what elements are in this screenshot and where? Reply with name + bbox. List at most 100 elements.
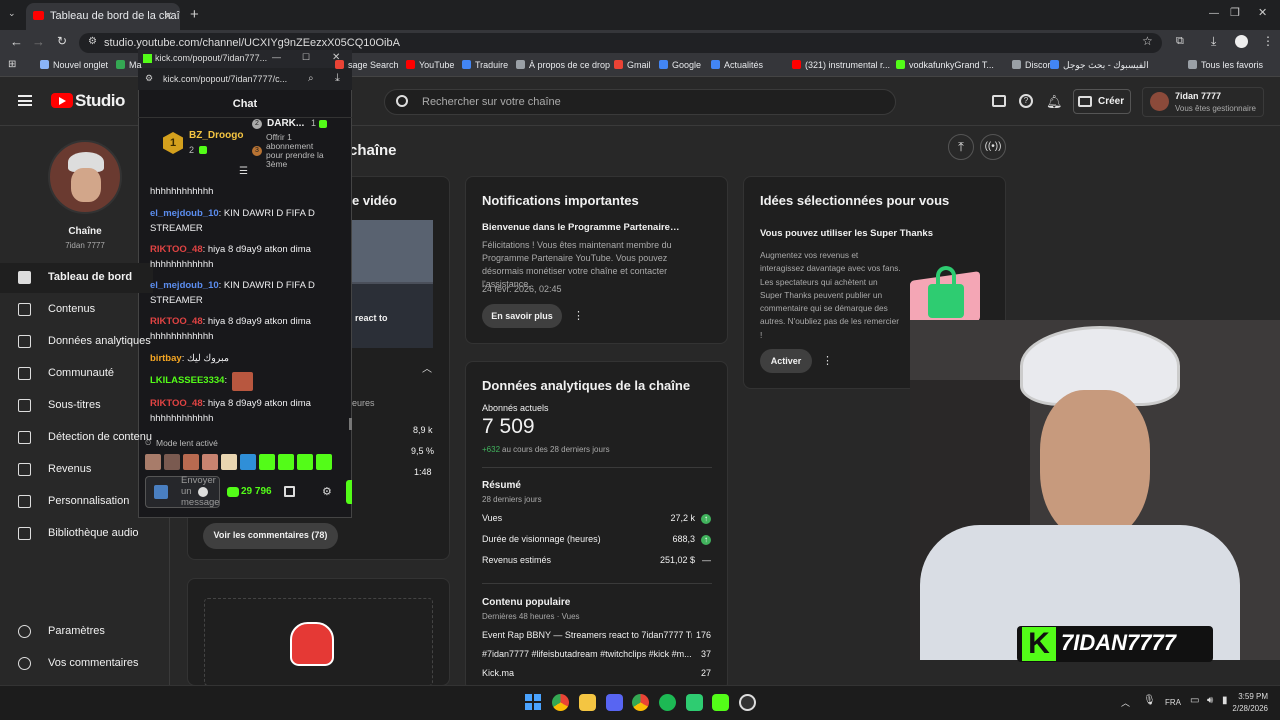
sidebar-item[interactable]: Détection de contenu	[17, 423, 170, 453]
emote-icon[interactable]	[164, 454, 180, 470]
chat-scrollbar[interactable]	[349, 418, 352, 430]
bookmark-item[interactable]: الفيسبوك - بحث جوجل	[1050, 60, 1149, 71]
chat-username[interactable]: birtbay	[150, 353, 182, 364]
clock-date[interactable]: 2/28/2026	[1226, 704, 1268, 713]
sidebar-item[interactable]: Communauté	[17, 359, 170, 389]
emote-icon[interactable]	[202, 454, 218, 470]
popup-maximize-icon[interactable]: ☐	[302, 52, 310, 63]
back-icon[interactable]: ←	[10, 34, 23, 49]
notifications-bell-icon[interactable]: 🔔︎	[1046, 94, 1063, 110]
sidebar-item[interactable]: Paramètres	[17, 617, 170, 647]
bookmark-item[interactable]: vodkafunkyGrand T...	[896, 60, 994, 70]
send-chat-button[interactable]	[346, 480, 352, 504]
bookmark-item[interactable]: Gmail	[614, 60, 651, 70]
emote-icon[interactable]	[145, 454, 161, 470]
emoji-picker-icon[interactable]	[198, 487, 208, 497]
activate-button[interactable]: Activer	[760, 349, 812, 373]
emote-icon[interactable]	[316, 454, 332, 470]
view-comments-button[interactable]: Voir les commentaires (78)	[203, 523, 338, 549]
popup-minimize-icon[interactable]: —	[272, 52, 281, 62]
chat-settings-icon[interactable]: ⚙	[322, 485, 332, 498]
extensions-icon[interactable]: ⧉	[1176, 35, 1184, 48]
bookmark-item[interactable]: (321) instrumental r...	[792, 60, 890, 70]
emote-icon[interactable]	[183, 454, 199, 470]
bookmark-item[interactable]: Tous les favoris	[1188, 60, 1263, 70]
chat-username[interactable]: el_mejdoub_10	[150, 280, 219, 291]
chat-username[interactable]: RIKTOO_48	[150, 316, 203, 327]
app-taskbar-icon[interactable]	[686, 694, 703, 711]
mic-icon[interactable]: 🎙︎	[1143, 695, 1156, 706]
popular-item-title[interactable]: Kick.ma	[482, 668, 692, 678]
video-thumbnail[interactable]	[352, 220, 433, 348]
browser-tab[interactable]: Tableau de bord de la chaîne - Yo✕	[26, 3, 180, 30]
upload-icon[interactable]: ⤒	[948, 134, 974, 160]
chat-username[interactable]: el_mejdoub_10	[150, 208, 219, 219]
close-window-icon[interactable]: ✕	[1258, 6, 1267, 19]
sidebar-item[interactable]: Données analytiques	[17, 327, 170, 357]
start-button-icon[interactable]	[525, 694, 541, 710]
bookmark-item[interactable]: sage Search	[335, 60, 399, 70]
close-tab-icon[interactable]: ✕	[163, 9, 173, 23]
hamburger-menu-icon[interactable]	[18, 95, 32, 106]
site-info-icon[interactable]: ⚙	[88, 36, 97, 47]
tab-search-button[interactable]: ⌄	[8, 8, 16, 19]
popup-site-info-icon[interactable]: ⚙	[145, 73, 153, 84]
discord-taskbar-icon[interactable]	[606, 694, 623, 711]
browser-menu-icon[interactable]: ⋮	[1262, 34, 1274, 48]
language-indicator[interactable]: FRA	[1165, 698, 1181, 707]
bookmark-item[interactable]: YouTube	[406, 60, 454, 70]
sidebar-item[interactable]: Vos commentaires	[17, 649, 170, 679]
bookmark-item[interactable]: Actualités	[711, 60, 763, 70]
learn-more-button[interactable]: En savoir plus	[482, 304, 562, 328]
forward-icon[interactable]: →	[32, 34, 45, 49]
bookmark-item[interactable]: Nouvel onglet	[40, 60, 108, 70]
chat-filter-icon[interactable]: ☰	[239, 166, 248, 177]
bookmark-item[interactable]: À propos de ce drop	[516, 60, 610, 70]
profile-avatar-icon[interactable]	[1235, 35, 1248, 48]
sidebar-item[interactable]: Tableau de bord	[0, 263, 153, 293]
chat-username[interactable]: LKILASSEE3334	[150, 375, 224, 386]
top-gifter-3-offer[interactable]: Offrir 1 abonnement pour prendre la 3ème	[266, 133, 326, 168]
emote-icon[interactable]	[221, 454, 237, 470]
clock-time[interactable]: 3:59 PM	[1236, 692, 1268, 701]
emote-icon[interactable]	[240, 454, 256, 470]
channel-avatar[interactable]	[48, 140, 122, 214]
apps-grid-icon[interactable]: ⊞	[8, 59, 16, 70]
restore-window-icon[interactable]: ❐	[1230, 6, 1240, 19]
kick-taskbar-icon[interactable]	[712, 694, 729, 711]
bookmark-star-icon[interactable]: ☆	[1142, 34, 1153, 48]
new-tab-button[interactable]: +	[190, 6, 199, 23]
tray-chevron-icon[interactable]: ︿	[1121, 696, 1130, 709]
sidebar-item[interactable]: Bibliothèque audio	[17, 519, 170, 549]
chat-username[interactable]: RIKTOO_48	[150, 244, 203, 255]
spotify-taskbar-icon[interactable]	[659, 694, 676, 711]
ideas-more-icon[interactable]: ⋮	[822, 354, 833, 367]
chrome-taskbar-icon[interactable]	[552, 694, 569, 711]
emote-icon[interactable]	[278, 454, 294, 470]
notification-more-icon[interactable]: ⋮	[573, 309, 584, 322]
network-icon[interactable]: ▭	[1190, 695, 1199, 706]
help-icon[interactable]: ?	[1019, 94, 1033, 108]
bookmark-item[interactable]: Google	[659, 60, 701, 70]
popup-zoom-icon[interactable]: ⌕	[308, 73, 314, 84]
bookmark-item[interactable]: Discord	[1012, 60, 1056, 70]
chat-username[interactable]: RIKTOO_48	[150, 398, 203, 409]
youtube-logo-icon[interactable]	[51, 93, 73, 108]
reload-icon[interactable]: ↻	[57, 34, 67, 48]
rewards-icon[interactable]	[284, 486, 295, 497]
search-input[interactable]: Rechercher sur votre chaîne	[422, 96, 561, 108]
bookmark-item[interactable]: Ma	[116, 60, 142, 70]
bookmark-item[interactable]: Traduire	[462, 60, 508, 70]
sidebar-item[interactable]: Personnalisation	[17, 487, 170, 517]
sidebar-item[interactable]: Contenus	[17, 295, 170, 325]
emote-icon[interactable]	[297, 454, 313, 470]
go-live-icon[interactable]: ((•))	[980, 134, 1006, 160]
obs-taskbar-icon[interactable]	[739, 694, 756, 711]
popular-item-title[interactable]: Event Rap BBNY — Streamers react to 7ida…	[482, 630, 692, 640]
minimize-window-icon[interactable]: —	[1209, 8, 1219, 19]
messages-icon[interactable]	[992, 95, 1006, 107]
popular-item-title[interactable]: #7idan7777 #lifeisbutadream #twitchclips…	[482, 649, 692, 659]
file-explorer-taskbar-icon[interactable]	[579, 694, 596, 711]
volume-icon[interactable]: 🔊︎	[1207, 695, 1213, 706]
popup-download-icon[interactable]: ⤓	[335, 72, 340, 85]
